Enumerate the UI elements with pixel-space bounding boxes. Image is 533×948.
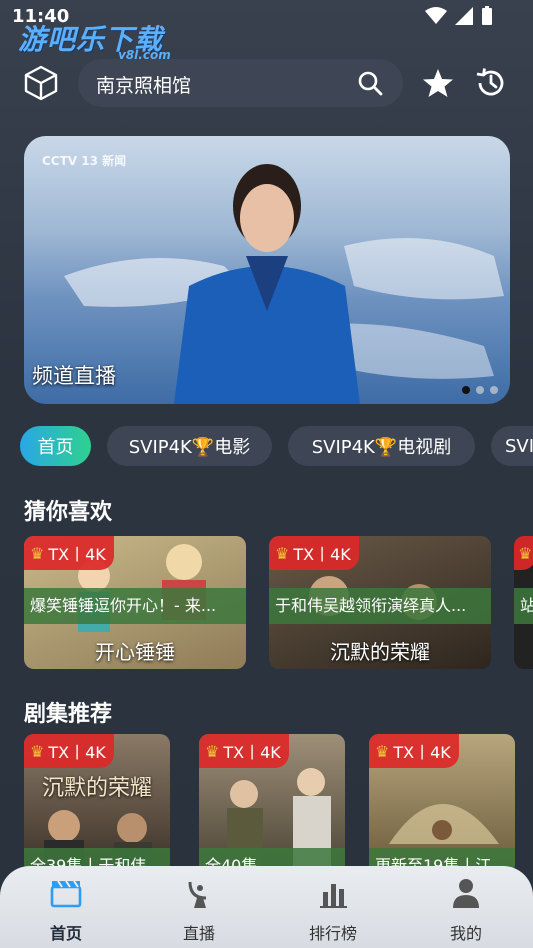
- section-title-series: 剧集推荐: [24, 702, 113, 727]
- cube-icon[interactable]: [22, 64, 60, 102]
- quality-badge: ♛: [514, 536, 533, 570]
- battery-icon: [482, 6, 492, 25]
- quality-badge: ♛ TX丨4K: [369, 734, 459, 768]
- star-icon[interactable]: [422, 67, 454, 99]
- quality-badge: ♛ TX丨4K: [24, 536, 114, 570]
- carousel-dot-active[interactable]: [462, 386, 470, 394]
- nav-label: 直播: [182, 924, 215, 943]
- quality-badge: ♛ TX丨4K: [199, 734, 289, 768]
- tab-home[interactable]: 首页: [20, 426, 91, 466]
- card-title: 沉默的荣耀: [330, 640, 430, 664]
- history-icon[interactable]: [474, 66, 508, 100]
- signal-icon: [455, 7, 473, 25]
- crown-icon: ♛: [518, 543, 533, 563]
- crown-icon: ♛: [30, 741, 45, 761]
- hero-banner[interactable]: CCTV 13 新闻 频道直播: [24, 136, 510, 404]
- crown-icon: ♛: [30, 543, 45, 563]
- carousel-dot[interactable]: [490, 386, 498, 394]
- tab-svip-tv[interactable]: SVIP4K🏆电视剧: [288, 426, 475, 466]
- bar-chart-icon: [320, 884, 347, 908]
- tab-svip-more[interactable]: SVIP: [491, 426, 533, 466]
- channel-logo: CCTV 13 新闻: [42, 154, 127, 168]
- nav-label: 排行榜: [308, 924, 357, 943]
- series-card[interactable]: ♛ TX丨4K 更新至19集丨江: [369, 734, 515, 874]
- video-card[interactable]: ♛ 站: [514, 536, 533, 669]
- nav-live[interactable]: 直播: [144, 876, 254, 944]
- carousel-dot[interactable]: [476, 386, 484, 394]
- wifi-icon: [425, 7, 447, 24]
- quality-badge: ♛ TX丨4K: [269, 536, 359, 570]
- search-input[interactable]: 南京照相馆: [96, 71, 191, 98]
- satellite-dish-icon: [188, 881, 207, 908]
- banner-caption: 频道直播: [32, 364, 116, 388]
- video-card[interactable]: ♛ TX丨4K 于和伟吴越领衔演绎真人... 沉默的荣耀: [269, 536, 491, 669]
- crown-icon: ♛: [375, 741, 390, 761]
- badge-label: TX丨4K: [223, 743, 281, 762]
- search-icon[interactable]: [357, 70, 383, 96]
- carousel-dots: [462, 386, 498, 394]
- person-icon: [453, 879, 479, 908]
- series-card[interactable]: ♛ TX丨4K 全40集: [199, 734, 345, 874]
- card-description: 站: [514, 588, 533, 624]
- status-icons: [425, 6, 493, 26]
- top-bar: 南京照相馆: [0, 58, 533, 108]
- bottom-nav: 首页 直播 排行榜 我的: [0, 866, 533, 948]
- video-card[interactable]: ♛ TX丨4K 爆笑锤锤逗你开心！- 来... 开心锤锤: [24, 536, 246, 669]
- series-card[interactable]: 沉默的荣耀 ♛ TX丨4K 全39集丨于和伟: [24, 734, 170, 874]
- section-title-guess: 猜你喜欢: [24, 500, 113, 525]
- nav-label: 我的: [449, 924, 482, 943]
- quality-badge: ♛ TX丨4K: [24, 734, 114, 768]
- badge-label: TX丨4K: [48, 743, 106, 762]
- nav-home[interactable]: 首页: [11, 876, 121, 944]
- nav-profile[interactable]: 我的: [411, 876, 521, 944]
- nav-label: 首页: [49, 924, 82, 943]
- tab-svip-movie[interactable]: SVIP4K🏆电影: [107, 426, 272, 466]
- badge-label: TX丨4K: [293, 545, 351, 564]
- badge-label: TX丨4K: [393, 743, 451, 762]
- crown-icon: ♛: [205, 741, 220, 761]
- clapperboard-icon: [50, 880, 82, 908]
- card-title: 开心锤锤: [95, 640, 175, 664]
- search-bar[interactable]: 南京照相馆: [78, 59, 403, 107]
- card-description: 爆笑锤锤逗你开心！- 来...: [24, 588, 246, 624]
- category-tabs: 首页 SVIP4K🏆电影 SVIP4K🏆电视剧 SVIP: [0, 426, 533, 468]
- crown-icon: ♛: [275, 543, 290, 563]
- card-description: 于和伟吴越领衔演绎真人...: [269, 588, 491, 624]
- nav-ranking[interactable]: 排行榜: [278, 876, 388, 944]
- badge-label: TX丨4K: [48, 545, 106, 564]
